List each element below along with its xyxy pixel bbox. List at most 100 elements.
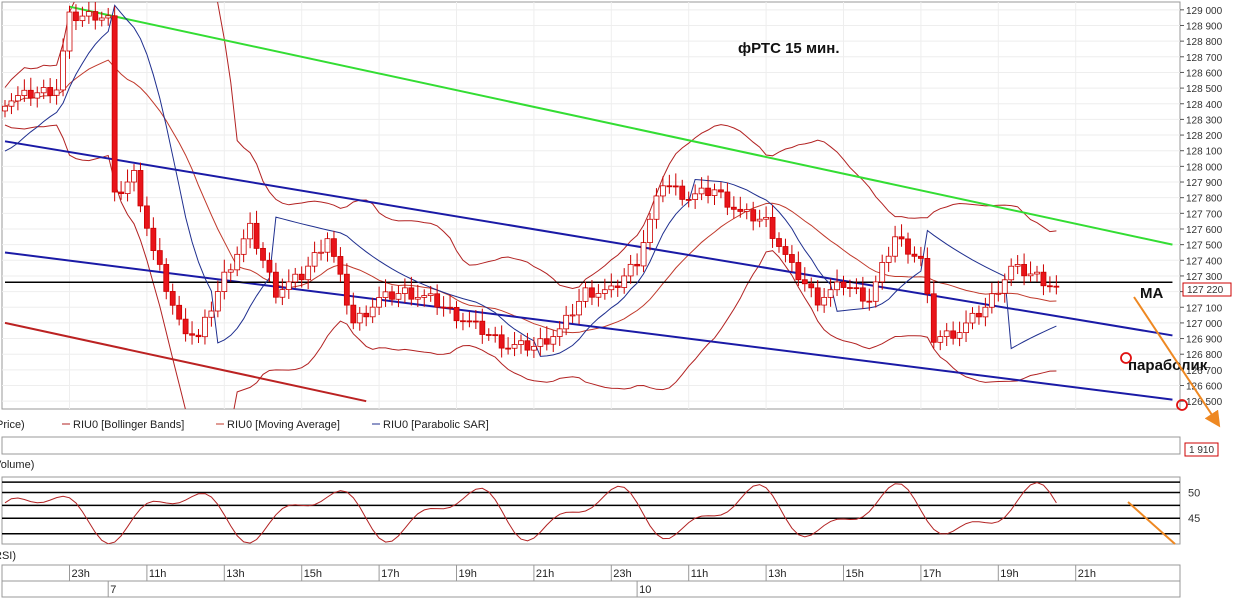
parabolic-annotation: параболик [1128,357,1208,374]
candle-body [859,287,866,302]
candle-body [1021,264,1027,277]
candle-body [92,11,99,21]
candle-body [924,258,931,295]
candle-body [1047,285,1053,288]
candle-body [660,185,666,197]
candle-body [2,105,8,112]
candle-body [537,338,544,347]
candle-body [118,191,124,195]
candle-body [324,238,331,253]
candle-body [356,312,363,324]
candle-body [569,314,576,317]
candle-body [988,293,995,308]
candle-body [466,320,473,323]
candle-body [950,330,957,339]
candle-body [143,205,150,229]
legend-price-label: Price) [0,419,25,431]
candle-body [750,209,757,222]
candle-body [685,198,692,201]
candle-body [272,271,279,298]
time-tick-label: 19h [1000,568,1018,580]
candle-body [621,275,628,288]
time-tick-label: 23h [72,568,90,580]
candle-body [763,216,769,220]
candle-body [427,293,434,296]
price-tick-label: 127 300 [1186,272,1223,283]
candle-body [27,89,34,99]
candle-body [66,11,73,52]
candle-body [724,191,731,208]
price-tick-label: 128 100 [1186,147,1223,158]
candle-body [318,251,324,254]
candle-body [679,185,686,200]
candle-body [608,285,615,291]
candle-body [85,11,92,17]
price-tick-label: 128 600 [1186,68,1223,79]
candle-body [737,208,744,212]
candle-body [756,218,763,222]
candle-body [930,293,937,343]
candle-body [982,306,989,318]
price-tick-label: 128 800 [1186,37,1223,48]
candle-body [98,17,105,21]
candle-body [524,340,531,351]
time-tick-label: 11h [149,568,167,580]
candle-body [260,247,266,261]
candle-body [247,222,254,240]
candle-body [692,193,699,200]
price-tick-label: 128 300 [1186,115,1223,126]
candle-body [718,189,724,193]
candle-body [776,238,782,247]
price-tick-label: 127 500 [1186,241,1223,252]
candle-body [976,312,982,318]
volume-panel-frame [1,436,1181,455]
candle-body [169,291,176,306]
candle-body [137,170,144,207]
ma-annotation: MA [1140,285,1163,302]
candle-body [640,242,647,267]
candle-body [150,227,157,251]
candle-body [543,338,550,345]
time-tick-label: 17h [381,568,399,580]
price-tick-label: 127 700 [1186,209,1223,220]
rsi-tick-label: 50 [1188,487,1200,499]
legend: Price) RIU0 [Bollinger Bands] RIU0 [Movi… [0,419,489,431]
candle-body [576,300,582,316]
candle-body [331,238,337,257]
candle-body [1014,264,1021,267]
candle-body [918,255,924,259]
candle-body [214,291,221,312]
price-tick-label: 127 900 [1186,178,1223,189]
candle-body [705,187,711,196]
price-tick-label: 128 000 [1186,162,1223,173]
candle-body [343,273,350,306]
candle-body [73,11,79,22]
time-tick-label: 15h [304,568,322,580]
time-tick-label: 13h [226,568,244,580]
candle-body [801,279,808,285]
candle-body [221,271,228,292]
candle-body [389,291,395,300]
candle-body [176,304,183,320]
time-tick-label: 23h [613,568,631,580]
candle-body [582,287,589,302]
time-tick-label: 19h [459,568,477,580]
time-tick-label: 17h [923,568,941,580]
candle-body [40,87,47,94]
price-tick-label: 128 400 [1186,100,1223,111]
time-tick-label: 11h [691,568,709,580]
candle-body [434,293,441,308]
price-badge: 127 220 [1187,285,1224,296]
candle-body [911,253,918,257]
volume-badge: 1 910 [1189,445,1214,456]
legend-item-sar: RIU0 [Parabolic SAR] [383,419,489,431]
candle-body [414,296,421,300]
candle-body [1001,279,1008,294]
candle-body [131,170,137,183]
candle-body [440,306,447,309]
price-tick-label: 128 200 [1186,131,1223,142]
candle-body [124,181,131,195]
candle-body [511,344,518,349]
time-tick-label: 13h [768,568,786,580]
price-tick-label: 128 500 [1186,84,1223,95]
